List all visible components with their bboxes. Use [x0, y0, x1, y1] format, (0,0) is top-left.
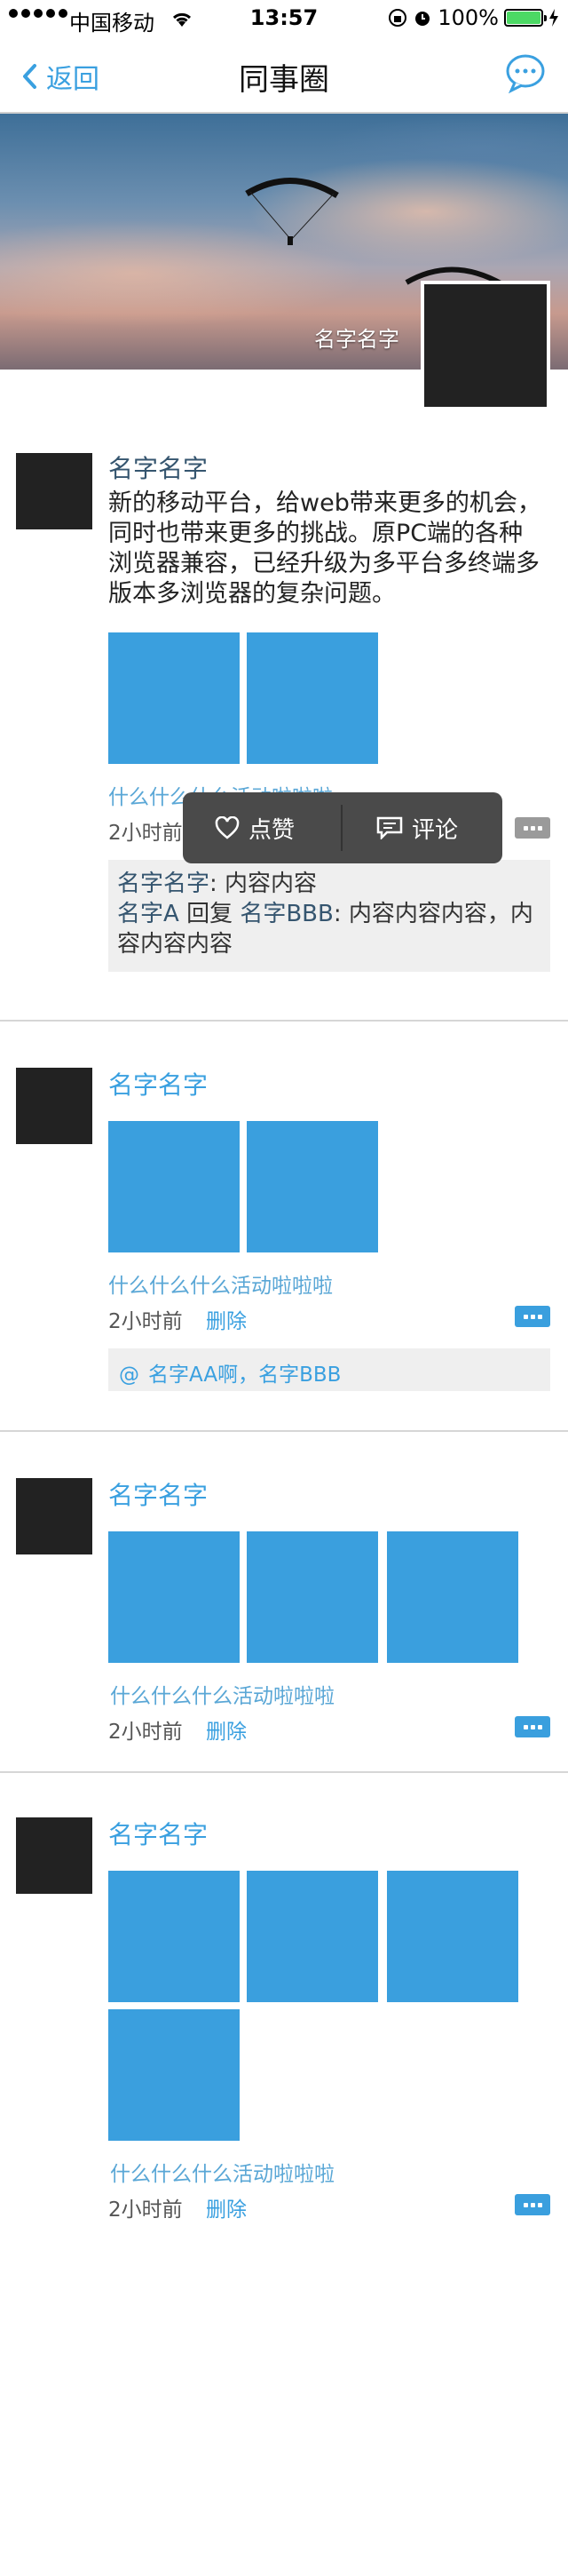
heart-icon — [215, 816, 240, 839]
likes-box: @ 名字AA啊，名字BBB — [108, 1348, 550, 1391]
comment-text: 内容内容 — [225, 871, 318, 897]
status-right: 100% — [388, 5, 559, 30]
comment-label: 评论 — [412, 816, 459, 844]
post-author[interactable]: 名字名字 — [108, 1476, 208, 1512]
chat-bubble-icon[interactable] — [504, 52, 547, 94]
comment-icon — [376, 816, 403, 839]
post-author[interactable]: 名字名字 — [108, 1066, 208, 1101]
post-image[interactable] — [387, 1871, 518, 2002]
more-actions-button[interactable] — [515, 1306, 550, 1327]
comment-author[interactable]: 名字名字 — [117, 871, 209, 897]
comment-item: 名字名字: 内容内容 名字A 回复 名字BBB: 内容内容内容，内容内容内容 — [117, 871, 533, 958]
charging-icon — [549, 9, 558, 27]
divider — [0, 1430, 568, 1432]
divider — [0, 1771, 568, 1773]
alarm-icon — [415, 12, 430, 26]
likes-names[interactable]: 名字AA啊，名字BBB — [148, 1364, 341, 1387]
post-image[interactable] — [247, 632, 378, 764]
more-actions-button[interactable] — [515, 817, 550, 839]
battery-icon — [504, 9, 547, 27]
status-bar: 中国移动 13:57 100% — [0, 0, 568, 36]
post-image[interactable] — [247, 1531, 378, 1663]
post-image[interactable] — [108, 2009, 240, 2141]
cover-name: 名字名字 — [314, 327, 399, 352]
cover-avatar[interactable] — [421, 281, 550, 410]
comment-author[interactable]: 名字A — [117, 901, 179, 927]
post-image[interactable] — [108, 632, 240, 764]
post-author[interactable]: 名字名字 — [108, 449, 208, 485]
post-time: 2小时前 — [108, 822, 183, 845]
post-author[interactable]: 名字名字 — [108, 1816, 208, 1851]
post-image[interactable] — [387, 1531, 518, 1663]
divider — [0, 1020, 568, 1022]
reply-label: 回复 — [186, 901, 233, 927]
delete-link[interactable]: 删除 — [206, 1304, 247, 1334]
delete-link[interactable]: 删除 — [206, 2192, 247, 2222]
post-text: 新的移动平台，给web带来更多的机会，同时也带来更多的挑战。原PC端的各种浏览器… — [108, 489, 541, 608]
post-avatar[interactable] — [16, 1068, 92, 1144]
more-actions-button[interactable] — [515, 2194, 550, 2215]
post-image[interactable] — [247, 1871, 378, 2002]
post-avatar[interactable] — [16, 1817, 92, 1894]
comment-reply-to[interactable]: 名字BBB — [240, 901, 334, 927]
post-time: 2小时前 — [108, 1310, 183, 1333]
action-popup: 点赞 评论 — [183, 792, 502, 863]
popup-divider — [341, 805, 343, 851]
likes-line: @ 名字AA啊，名字BBB — [119, 1357, 341, 1387]
post-image[interactable] — [108, 1121, 240, 1252]
nav-bar: 返回 同事圈 — [0, 36, 568, 114]
comment-box: 名字名字: 内容内容 名字A 回复 名字BBB: 内容内容内容，内容内容内容 — [108, 860, 550, 972]
page-title: 同事圈 — [239, 62, 329, 98]
delete-link[interactable]: 删除 — [206, 1714, 247, 1745]
post-time: 2小时前 — [108, 2198, 183, 2222]
post-image[interactable] — [247, 1121, 378, 1252]
rotation-lock-icon — [389, 9, 407, 27]
like-label: 点赞 — [248, 816, 296, 844]
like-button[interactable]: 点赞 — [215, 792, 295, 863]
post-avatar[interactable] — [16, 453, 92, 529]
post-avatar[interactable] — [16, 1478, 92, 1554]
activity-link[interactable]: 什么什么什么活动啦啦啦 — [110, 1679, 335, 1709]
at-icon: @ — [119, 1364, 139, 1387]
activity-link[interactable]: 什么什么什么活动啦啦啦 — [110, 2157, 335, 2187]
post-image[interactable] — [108, 1871, 240, 2002]
more-actions-button[interactable] — [515, 1716, 550, 1737]
post-image[interactable] — [108, 1531, 240, 1663]
activity-link[interactable]: 什么什么什么活动啦啦啦 — [108, 1268, 333, 1299]
comment-button[interactable]: 评论 — [376, 792, 458, 863]
battery-percent: 100% — [438, 5, 499, 30]
post-time: 2小时前 — [108, 1721, 183, 1744]
